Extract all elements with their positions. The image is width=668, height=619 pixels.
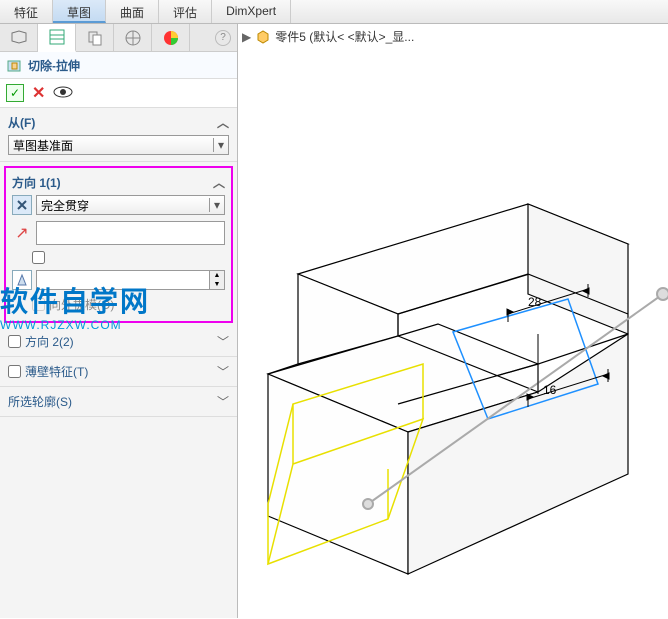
graphics-viewport[interactable]: ▶ 零件5 (默认< <默认>_显... <box>238 24 668 618</box>
direction-reference-field[interactable] <box>36 221 225 245</box>
spinner-up-icon[interactable]: ▲ <box>210 271 224 280</box>
dimension-16: 16 <box>543 383 557 397</box>
breadcrumb: ▶ 零件5 (默认< <默认>_显... <box>242 28 414 45</box>
dimension-28: 28 <box>528 295 542 309</box>
tab-sketch[interactable]: 草图 <box>53 0 106 23</box>
tab-surfaces[interactable]: 曲面 <box>106 0 159 23</box>
direction1-highlight: 方向 1(1) ︿ 完全贯穿 ▾ ↗ <box>4 166 233 323</box>
breadcrumb-part[interactable]: 零件5 (默认< <默认>_显... <box>275 28 414 45</box>
model-view: 28 16 <box>238 74 668 614</box>
direction-vector-icon[interactable]: ↗ <box>12 223 32 243</box>
pm-tab-feature[interactable] <box>0 24 38 52</box>
end-condition-dropdown[interactable]: 完全贯穿 ▾ <box>36 195 225 215</box>
dir1-label: 方向 1(1) <box>12 174 61 191</box>
dir2-checkbox[interactable] <box>8 335 21 348</box>
dropdown-arrow-icon: ▾ <box>209 198 220 212</box>
section-from: 从(F) ︿ 草图基准面 ▾ <box>0 108 237 162</box>
draft-angle-field[interactable] <box>36 270 210 290</box>
chevron-down-icon: ﹀ <box>217 333 229 350</box>
flip-side-checkbox[interactable] <box>32 251 45 264</box>
reverse-direction-icon[interactable] <box>12 195 32 215</box>
spinner-down-icon[interactable]: ▼ <box>210 280 224 289</box>
tab-dimxpert[interactable]: DimXpert <box>212 0 291 23</box>
pm-tab-dim[interactable] <box>114 24 152 52</box>
pm-tab-property[interactable] <box>38 24 76 52</box>
pm-tab-appearance[interactable] <box>152 24 190 52</box>
ribbon-tabs: 特征 草图 曲面 评估 DimXpert <box>0 0 668 24</box>
chevron-up-icon[interactable]: ︿ <box>213 174 225 191</box>
from-dropdown[interactable]: 草图基准面 ▾ <box>8 135 229 155</box>
section-thin[interactable]: 薄壁特征(T) ﹀ <box>0 357 237 387</box>
chevron-down-icon: ﹀ <box>217 363 229 380</box>
from-label: 从(F) <box>8 114 35 131</box>
pm-tab-config[interactable] <box>76 24 114 52</box>
cut-extrude-icon <box>6 56 24 74</box>
section-contour[interactable]: 所选轮廓(S) ﹀ <box>0 387 237 417</box>
dir2-label: 方向 2(2) <box>25 333 74 350</box>
thin-label: 薄壁特征(T) <box>25 363 88 380</box>
cancel-button[interactable]: ✕ <box>32 83 45 103</box>
tab-features[interactable]: 特征 <box>0 0 53 23</box>
feature-title-text: 切除-拉伸 <box>28 57 80 74</box>
draft-icon[interactable] <box>12 270 32 290</box>
dropdown-arrow-icon: ▾ <box>213 138 224 152</box>
draft-outward-checkbox <box>32 298 45 311</box>
help-icon[interactable]: ? <box>215 30 231 46</box>
chevron-down-icon: ﹀ <box>217 393 229 410</box>
thin-checkbox[interactable] <box>8 365 21 378</box>
part-icon <box>255 29 271 45</box>
breadcrumb-arrow-icon[interactable]: ▶ <box>242 30 251 44</box>
ok-button[interactable]: ✓ <box>6 84 24 102</box>
chevron-up-icon[interactable]: ︿ <box>217 114 229 131</box>
preview-button[interactable] <box>53 85 73 102</box>
section-dir2[interactable]: 方向 2(2) ﹀ <box>0 327 237 357</box>
feature-title-bar: 切除-拉伸 <box>0 52 237 79</box>
contour-label: 所选轮廓(S) <box>8 393 72 410</box>
end-condition-value: 完全贯穿 <box>41 197 89 214</box>
draft-outward-label: 向外拔模(O) <box>49 296 114 313</box>
tab-evaluate[interactable]: 评估 <box>159 0 212 23</box>
from-value: 草图基准面 <box>13 137 73 154</box>
property-manager: ? 切除-拉伸 ✓ ✕ 从(F) ︿ 草图基准面 ▾ 方向 1(1) ︿ <box>0 24 238 618</box>
